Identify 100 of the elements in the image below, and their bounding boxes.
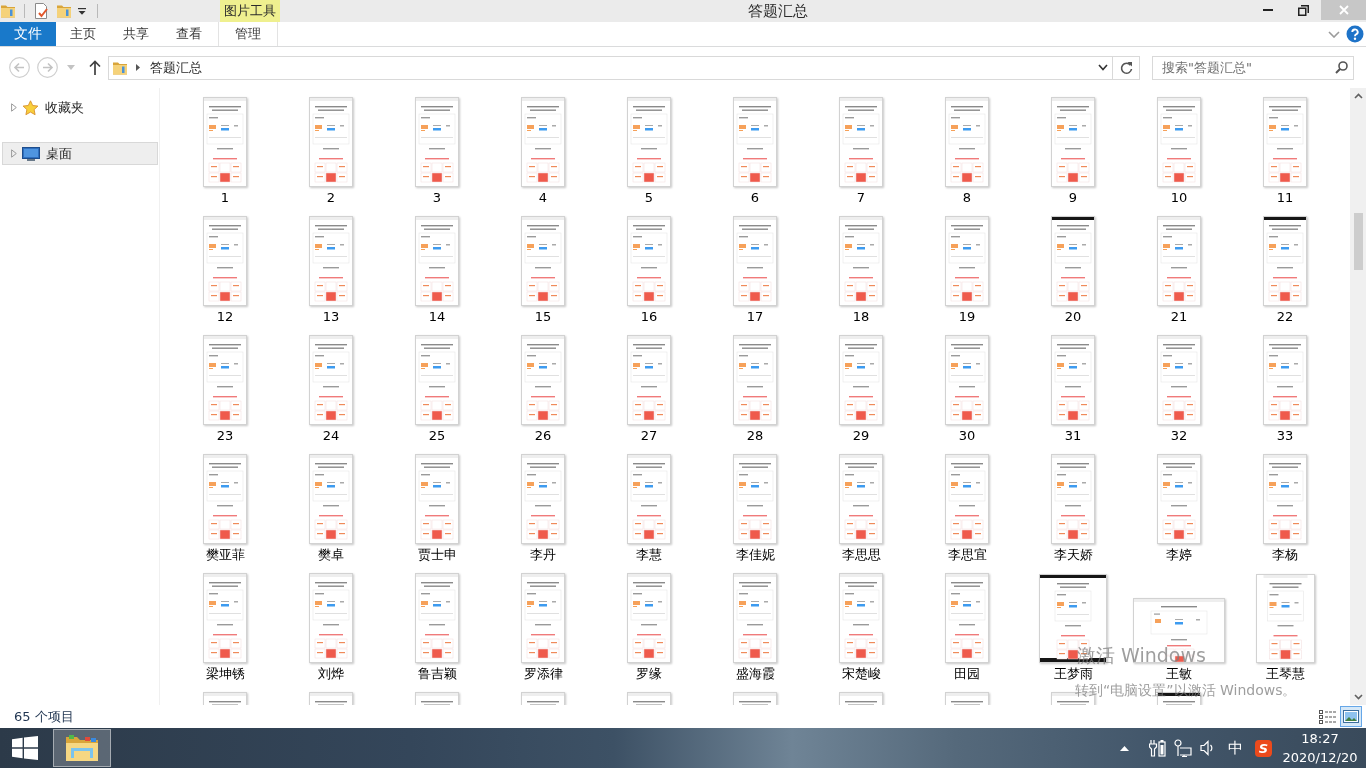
file-name[interactable]: 鲁吉颖 bbox=[417, 666, 457, 682]
thumbnail-drawing[interactable] bbox=[1263, 97, 1307, 187]
file-name[interactable]: 8 bbox=[962, 190, 972, 206]
thumbnail-drawing[interactable] bbox=[1263, 335, 1307, 425]
thumbnail-drawing[interactable] bbox=[203, 97, 247, 187]
ribbon-tab[interactable]: 共享 bbox=[109, 22, 162, 46]
chevron-right-icon[interactable] bbox=[136, 64, 140, 71]
forward-icon[interactable] bbox=[37, 57, 58, 78]
file-name[interactable]: 李婷 bbox=[1166, 547, 1192, 563]
thumbnail-drawing[interactable] bbox=[1157, 335, 1201, 425]
thumbnail-drawing[interactable] bbox=[415, 97, 459, 187]
taskbar-app-button[interactable] bbox=[53, 729, 111, 767]
thumbnail-drawing[interactable] bbox=[521, 216, 565, 306]
thumbnail-drawing[interactable] bbox=[1051, 216, 1095, 306]
scrollbar-track[interactable] bbox=[1350, 88, 1366, 705]
ribbon-tab[interactable]: 主页 bbox=[56, 22, 109, 46]
thumbnail-drawing[interactable] bbox=[627, 216, 671, 306]
thumbnail-drawing[interactable] bbox=[1263, 454, 1307, 544]
thumbnail-drawing[interactable] bbox=[309, 216, 353, 306]
thumbnail-drawing[interactable] bbox=[733, 573, 777, 663]
thumbnail-drawing[interactable] bbox=[1255, 574, 1315, 663]
file-name[interactable]: 30 bbox=[958, 428, 976, 444]
caret-icon[interactable] bbox=[67, 65, 75, 70]
file-name[interactable]: 22 bbox=[1276, 309, 1294, 325]
thumbnail-drawing[interactable] bbox=[839, 573, 883, 663]
thumbnail-drawing[interactable] bbox=[839, 692, 883, 705]
expand-arrow-icon[interactable] bbox=[11, 103, 17, 112]
thumbnail-drawing[interactable] bbox=[415, 335, 459, 425]
file-name[interactable]: 17 bbox=[746, 309, 764, 325]
thumbnail-drawing[interactable] bbox=[309, 335, 353, 425]
search-field[interactable]: 搜索"答题汇总" bbox=[1152, 55, 1354, 80]
thumbnail-drawing[interactable] bbox=[945, 216, 989, 306]
file-name[interactable]: 28 bbox=[746, 428, 764, 444]
thumbnail-drawing[interactable] bbox=[203, 454, 247, 544]
clock-date[interactable]: 2020/12/20 bbox=[1282, 748, 1358, 767]
file-name[interactable]: 贾士申 bbox=[417, 547, 457, 563]
help-icon[interactable] bbox=[1346, 25, 1364, 43]
file-name[interactable]: 4 bbox=[538, 190, 548, 206]
file-name[interactable]: 23 bbox=[216, 428, 234, 444]
thumbnail-drawing[interactable] bbox=[733, 454, 777, 544]
thumbnail-drawing[interactable] bbox=[203, 335, 247, 425]
file-name[interactable]: 14 bbox=[428, 309, 446, 325]
thumbnail-drawing[interactable] bbox=[839, 454, 883, 544]
thumbnail-drawing[interactable] bbox=[309, 692, 353, 705]
document-check-icon[interactable] bbox=[33, 3, 49, 19]
search-icon[interactable] bbox=[1335, 60, 1348, 74]
thumbnail-drawing[interactable] bbox=[415, 216, 459, 306]
file-tab[interactable]: 文件 bbox=[0, 22, 56, 46]
file-name[interactable]: 梁坤锈 bbox=[205, 666, 245, 682]
file-name[interactable]: 7 bbox=[856, 190, 866, 206]
file-name[interactable]: 盛海霞 bbox=[735, 666, 775, 682]
thumbnail-drawing[interactable] bbox=[945, 454, 989, 544]
thumbnail-drawing[interactable] bbox=[733, 97, 777, 187]
thumbnail-drawing[interactable] bbox=[627, 573, 671, 663]
thumbnail-drawing[interactable] bbox=[521, 573, 565, 663]
file-name[interactable]: 15 bbox=[534, 309, 552, 325]
battery-icon[interactable] bbox=[1149, 739, 1166, 757]
ime-indicator[interactable]: 中 bbox=[1228, 738, 1243, 758]
file-name[interactable]: 王敏 bbox=[1166, 666, 1192, 682]
nav-item[interactable]: 桌面 bbox=[2, 142, 158, 165]
file-name[interactable]: 11 bbox=[1276, 190, 1294, 206]
up-arrow-icon[interactable] bbox=[89, 60, 101, 75]
file-name[interactable]: 5 bbox=[644, 190, 654, 206]
file-name[interactable]: 24 bbox=[322, 428, 340, 444]
context-tab[interactable]: 管理 bbox=[218, 22, 278, 46]
file-name[interactable]: 罗缘 bbox=[636, 666, 662, 682]
thumbnail-drawing[interactable] bbox=[203, 216, 247, 306]
thumbnail-drawing[interactable] bbox=[521, 97, 565, 187]
file-name[interactable]: 刘烨 bbox=[318, 666, 344, 682]
nav-item[interactable]: 收藏夹 bbox=[2, 96, 158, 119]
thumbnail-drawing[interactable] bbox=[1051, 335, 1095, 425]
chevron-down-icon[interactable] bbox=[1098, 64, 1108, 71]
file-name[interactable]: 29 bbox=[852, 428, 870, 444]
ribbon-tab[interactable]: 查看 bbox=[162, 22, 215, 46]
breadcrumb-item[interactable]: 答题汇总 bbox=[150, 58, 202, 77]
file-name[interactable]: 18 bbox=[852, 309, 870, 325]
file-name[interactable]: 樊卓 bbox=[318, 547, 344, 563]
thumbnail-drawing[interactable] bbox=[521, 335, 565, 425]
thumbnail-drawing[interactable] bbox=[1051, 97, 1095, 187]
file-name[interactable]: 2 bbox=[326, 190, 336, 206]
thumbnail-drawing[interactable] bbox=[203, 692, 247, 705]
file-name[interactable]: 6 bbox=[750, 190, 760, 206]
thumbnail-drawing[interactable] bbox=[1157, 454, 1201, 544]
file-name[interactable]: 32 bbox=[1170, 428, 1188, 444]
file-name[interactable]: 罗添律 bbox=[523, 666, 563, 682]
folder-icon[interactable] bbox=[0, 3, 16, 19]
file-name[interactable]: 13 bbox=[322, 309, 340, 325]
scrollbar-thumb[interactable] bbox=[1354, 213, 1363, 270]
file-name[interactable]: 李丹 bbox=[530, 547, 556, 563]
thumbnail-drawing[interactable] bbox=[627, 335, 671, 425]
network-icon[interactable] bbox=[1174, 739, 1192, 757]
file-name[interactable]: 3 bbox=[432, 190, 442, 206]
thumbnail-drawing[interactable] bbox=[627, 454, 671, 544]
thumbnail-drawing[interactable] bbox=[733, 335, 777, 425]
thumbnail-drawing[interactable] bbox=[521, 454, 565, 544]
thumbnail-drawing[interactable] bbox=[945, 97, 989, 187]
file-name[interactable]: 9 bbox=[1068, 190, 1078, 206]
file-name[interactable]: 25 bbox=[428, 428, 446, 444]
thumbnail-drawing[interactable] bbox=[945, 335, 989, 425]
file-name[interactable]: 李杨 bbox=[1272, 547, 1298, 563]
